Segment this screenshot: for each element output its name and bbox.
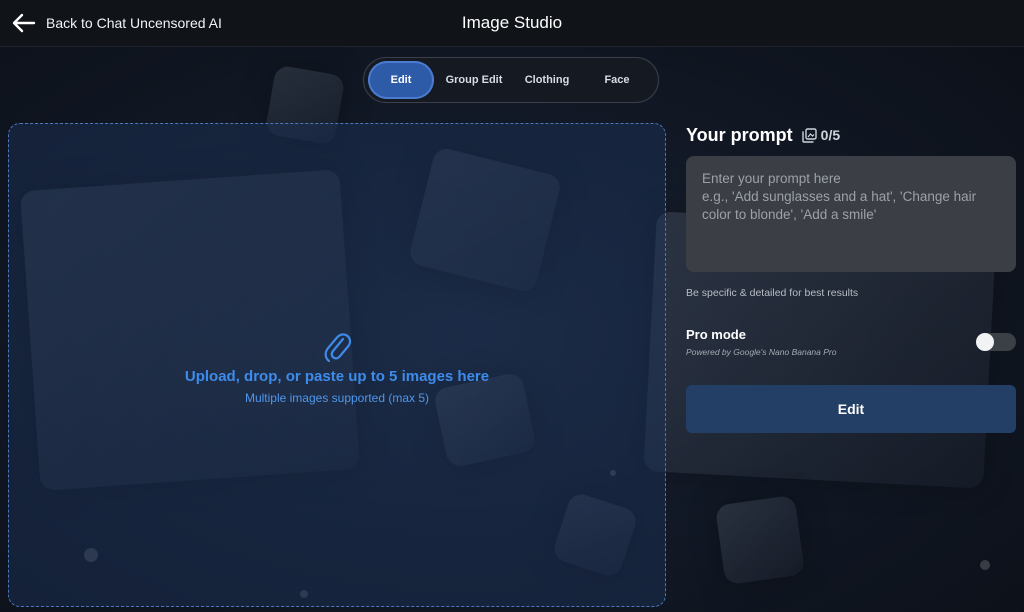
- image-upload-dropzone[interactable]: Upload, drop, or paste up to 5 images he…: [8, 123, 666, 607]
- prompt-panel: Your prompt 0/5 Be specific & detailed f…: [686, 124, 1016, 433]
- prompt-hint: Be specific & detailed for best results: [686, 287, 859, 299]
- pro-mode-row: Pro mode Powered by Google's Nano Banana…: [686, 327, 1016, 361]
- prompt-title: Your prompt: [686, 124, 793, 145]
- toggle-knob: [976, 333, 994, 351]
- page-title: Image Studio: [461, 13, 563, 32]
- upload-title: Upload, drop, or paste up to 5 images he…: [184, 368, 490, 385]
- paperclip-icon: [324, 333, 352, 363]
- prompt-input[interactable]: [686, 156, 1016, 272]
- pro-mode-title: Pro mode: [686, 327, 746, 342]
- tab-edit[interactable]: Edit: [368, 61, 434, 99]
- image-count: 0/5: [820, 127, 841, 143]
- prompt-header: Your prompt 0/5: [686, 124, 1016, 146]
- pro-mode-toggle[interactable]: [976, 333, 1016, 351]
- tab-face[interactable]: Face: [580, 61, 654, 99]
- pro-mode-subtitle: Powered by Google's Nano Banana Pro: [686, 347, 837, 357]
- tab-clothing[interactable]: Clothing: [514, 61, 580, 99]
- edit-button[interactable]: Edit: [686, 385, 1016, 433]
- upload-subtitle: Multiple images supported (max 5): [244, 391, 430, 405]
- images-icon: [801, 127, 817, 143]
- tab-group-edit[interactable]: Group Edit: [434, 61, 514, 99]
- top-bar: Back to Chat Uncensored AI Image Studio: [0, 0, 1024, 47]
- mode-tabs: Edit Group Edit Clothing Face: [363, 57, 659, 103]
- dropzone-content: Upload, drop, or paste up to 5 images he…: [9, 330, 665, 405]
